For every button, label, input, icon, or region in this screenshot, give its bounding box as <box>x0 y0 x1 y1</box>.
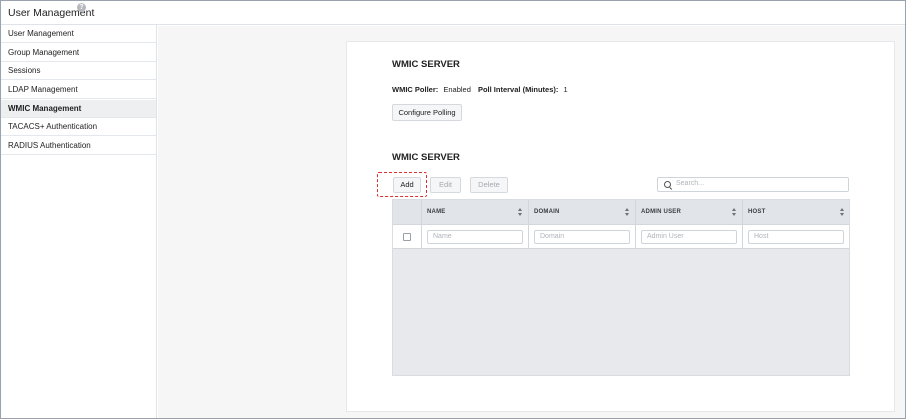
poller-value: Enabled <box>443 85 471 94</box>
sort-icon[interactable] <box>731 208 737 217</box>
sidebar-item-radius-authentication[interactable]: RADIUS Authentication <box>1 137 156 155</box>
main-content: WMIC SERVER WMIC Poller: Enabled Poll In… <box>158 26 905 418</box>
column-divider <box>742 200 743 249</box>
filter-row: Name Domain Admin User Host <box>393 225 849 249</box>
host-filter-input[interactable]: Host <box>748 230 844 244</box>
name-filter-input[interactable]: Name <box>427 230 523 244</box>
poller-section-title: WMIC SERVER <box>392 59 460 70</box>
search-input[interactable]: Search... <box>676 180 704 187</box>
sidebar-item-ldap-management[interactable]: LDAP Management <box>1 81 156 99</box>
column-header-name[interactable]: NAME <box>427 209 445 215</box>
interval-value: 1 <box>563 85 568 94</box>
column-header-domain[interactable]: DOMAIN <box>534 209 560 215</box>
content-card: WMIC SERVER WMIC Poller: Enabled Poll In… <box>346 41 895 412</box>
sidebar: User Management Group Management Session… <box>1 25 157 418</box>
column-header-admin-user[interactable]: ADMIN USER <box>641 209 681 215</box>
add-button[interactable]: Add <box>393 177 421 193</box>
search-box[interactable]: Search... <box>657 177 849 192</box>
sidebar-item-tacacs-authentication[interactable]: TACACS+ Authentication <box>1 118 156 136</box>
domain-filter-input[interactable]: Domain <box>534 230 630 244</box>
column-divider <box>421 200 422 249</box>
poller-label: WMIC Poller: <box>392 85 439 94</box>
search-icon <box>664 181 671 188</box>
sort-icon[interactable] <box>624 208 630 217</box>
interval-label: Poll Interval (Minutes): <box>477 85 559 94</box>
server-section-title: WMIC SERVER <box>392 152 460 163</box>
help-icon[interactable]: ? <box>77 3 86 12</box>
table-header: NAME DOMAIN ADMIN USER HOST <box>393 200 849 225</box>
app-window: User Management ? User Management Group … <box>0 0 906 419</box>
sidebar-item-user-management[interactable]: User Management <box>1 25 156 43</box>
sidebar-item-wmic-management[interactable]: WMIC Management <box>1 100 156 118</box>
select-all-checkbox[interactable] <box>403 233 411 241</box>
sort-icon[interactable] <box>517 208 523 217</box>
server-table: NAME DOMAIN ADMIN USER HOST Name Domain … <box>392 199 850 376</box>
table-body-empty <box>393 250 849 375</box>
delete-button[interactable]: Delete <box>470 177 508 193</box>
column-divider <box>528 200 529 249</box>
column-header-host[interactable]: HOST <box>748 209 765 215</box>
column-divider <box>635 200 636 249</box>
edit-button[interactable]: Edit <box>430 177 461 193</box>
sort-icon[interactable] <box>839 208 845 217</box>
top-bar: User Management ? <box>1 1 905 25</box>
admin-user-filter-input[interactable]: Admin User <box>641 230 737 244</box>
configure-polling-button[interactable]: Configure Polling <box>392 104 462 121</box>
sidebar-item-sessions[interactable]: Sessions <box>1 62 156 80</box>
poller-status-row: WMIC Poller: Enabled Poll Interval (Minu… <box>392 85 568 94</box>
sidebar-item-group-management[interactable]: Group Management <box>1 44 156 62</box>
